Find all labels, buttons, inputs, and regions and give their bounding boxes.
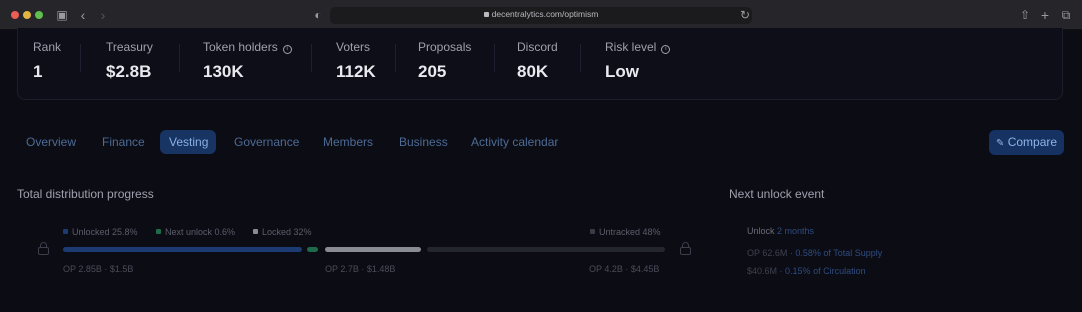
unlock-amount-value: OP 62.6M	[747, 248, 788, 258]
unlock-value: $40.6M · 0.15% of Circulation	[747, 266, 866, 276]
divider	[179, 44, 180, 72]
legend-label: Locked 32%	[262, 227, 312, 237]
locked-amount: OP 2.7B · $1.48B	[325, 264, 396, 274]
unlock-label: Unlock	[747, 226, 775, 236]
legend-swatch	[156, 229, 161, 234]
share-icon[interactable]: ⇧	[1018, 8, 1032, 22]
zoom-window-button[interactable]	[35, 11, 43, 19]
reload-icon[interactable]: ↻	[738, 8, 752, 22]
page-content: Rank 1 Treasury $2.8B Token holders i 130…	[0, 28, 1082, 312]
legend-label: Next unlock 0.6%	[165, 227, 236, 237]
unlock-amount: OP 62.6M · 0.58% of Total Supply	[747, 248, 882, 258]
tab-overview[interactable]: Overview	[17, 130, 85, 154]
minimize-window-button[interactable]	[23, 11, 31, 19]
stat-label: Token holders	[203, 40, 278, 54]
divider	[395, 44, 396, 72]
divider	[80, 44, 81, 72]
unlock-amount-note: · 0.58% of Total Supply	[789, 248, 883, 258]
stat-value: Low	[605, 62, 639, 81]
stat-value: 205	[418, 62, 447, 81]
forward-icon[interactable]: ›	[96, 8, 110, 22]
stat-voters: Voters 112K	[336, 40, 376, 82]
stat-discord: Discord 80K	[517, 40, 558, 82]
divider	[494, 44, 495, 72]
stat-label: Risk level	[605, 40, 657, 54]
legend-unlocked: Unlocked 25.8%	[63, 227, 138, 237]
stat-rank: Rank 1	[33, 40, 61, 82]
url-text: decentralytics.com/optimism	[491, 9, 599, 19]
tab-governance[interactable]: Governance	[225, 130, 308, 154]
tab-vesting[interactable]: Vesting	[160, 130, 216, 154]
browser-toolbar: ▣ ‹ › ◐ decentralytics.com/optimism ↻ ⇧ …	[0, 0, 1082, 30]
stat-value: 1	[33, 62, 43, 81]
untracked-bar	[427, 247, 665, 252]
info-icon[interactable]: i	[282, 45, 292, 54]
legend-untracked: Untracked 48%	[590, 227, 661, 237]
divider	[580, 44, 581, 72]
unlocked-amount: OP 2.85B · $1.5B	[63, 264, 134, 274]
distribution-title: Total distribution progress	[17, 187, 154, 201]
lock-icon	[483, 12, 489, 17]
locked-bar	[325, 247, 421, 252]
pin-icon: ✎	[995, 138, 1005, 149]
legend-swatch	[590, 229, 595, 234]
stat-value: $2.8B	[106, 62, 152, 81]
unlock-timing: Unlock 2 months	[747, 226, 814, 236]
stat-value: 112K	[336, 62, 376, 81]
legend-swatch	[253, 229, 258, 234]
tab-business[interactable]: Business	[390, 130, 457, 154]
tab-members[interactable]: Members	[314, 130, 382, 154]
stat-value: 80K	[517, 62, 549, 81]
stat-value: 130K	[203, 62, 244, 81]
stat-proposals: Proposals 205	[418, 40, 471, 82]
address-bar[interactable]: decentralytics.com/optimism	[330, 7, 752, 24]
close-window-button[interactable]	[11, 11, 19, 19]
legend-locked: Locked 32%	[253, 227, 312, 237]
compare-label: Compare	[1007, 135, 1058, 149]
unlock-in: 2 months	[777, 226, 815, 236]
unlocked-bar	[63, 247, 302, 252]
unlock-icon	[38, 242, 49, 255]
info-icon[interactable]: i	[661, 45, 671, 54]
unlock-value-amount: $40.6M	[747, 266, 778, 276]
stat-risk-level: Risk level i Low	[605, 40, 671, 82]
unlock-value-note: · 0.15% of Circulation	[779, 266, 866, 276]
compare-button[interactable]: ✎ Compare	[989, 130, 1064, 155]
lock-icon	[680, 242, 691, 255]
stat-label: Proposals	[418, 40, 472, 54]
next-unlock-title: Next unlock event	[729, 187, 825, 201]
legend-next-unlock: Next unlock 0.6%	[156, 227, 235, 237]
tab-activity-calendar[interactable]: Activity calendar	[462, 130, 567, 154]
sidebar-icon[interactable]: ▣	[55, 8, 69, 22]
legend-swatch	[63, 229, 68, 234]
stat-token-holders: Token holders i 130K	[203, 40, 292, 82]
stat-label: Treasury	[106, 40, 153, 54]
back-icon[interactable]: ‹	[76, 8, 90, 22]
tab-overview-icon[interactable]: ⧉	[1059, 8, 1073, 22]
stat-label: Rank	[33, 40, 62, 54]
tab-finance[interactable]: Finance	[93, 130, 154, 154]
privacy-shield-icon[interactable]: ◐	[311, 8, 325, 22]
new-tab-icon[interactable]: +	[1038, 8, 1052, 22]
stat-treasury: Treasury $2.8B	[106, 40, 153, 82]
legend-label: Untracked 48%	[599, 227, 661, 237]
stat-label: Voters	[336, 40, 371, 54]
stat-label: Discord	[517, 40, 558, 54]
legend-label: Unlocked 25.8%	[72, 227, 138, 237]
next-unlock-bar	[307, 247, 318, 252]
untracked-amount: OP 4.2B · $4.45B	[589, 264, 660, 274]
divider	[311, 44, 312, 72]
